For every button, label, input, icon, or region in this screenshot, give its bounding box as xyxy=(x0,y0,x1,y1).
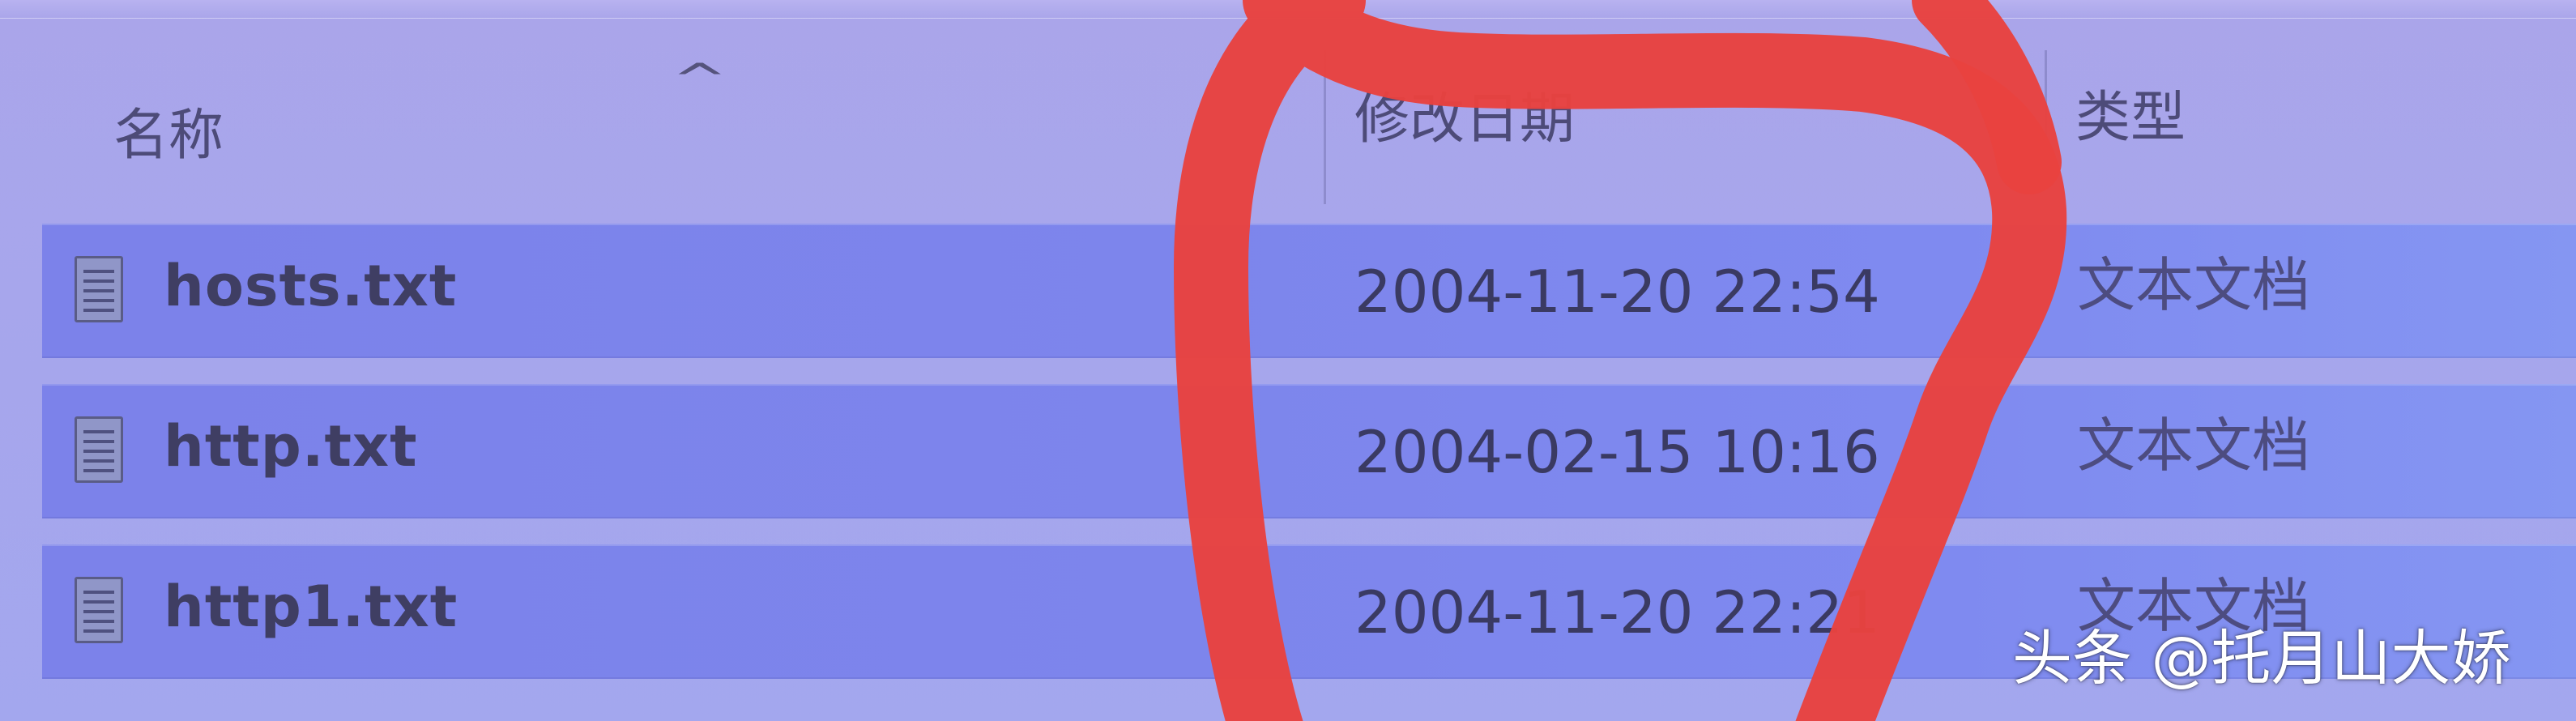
text-file-icon xyxy=(75,416,123,483)
file-type: 文本文档 xyxy=(2077,412,2311,480)
file-name: http1.txt xyxy=(164,574,458,640)
text-file-icon xyxy=(75,577,123,643)
file-name: hosts.txt xyxy=(164,253,458,319)
file-modified-date: 2004-11-20 22:21 xyxy=(1354,578,1880,646)
column-divider[interactable] xyxy=(1324,50,1326,204)
file-modified-date: 2004-11-20 22:54 xyxy=(1354,258,1880,326)
file-type: 文本文档 xyxy=(2077,251,2311,319)
column-header-bar: ^ 名称 修改日期 类型 xyxy=(0,18,2576,204)
file-row[interactable]: hosts.txt 2004-11-20 22:54 文本文档 xyxy=(42,224,2576,358)
column-header-name[interactable]: 名称 xyxy=(113,109,224,164)
column-header-modified-date[interactable]: 修改日期 xyxy=(1354,92,1575,147)
file-name: http.txt xyxy=(164,413,418,480)
file-row[interactable]: http.txt 2004-02-15 10:16 文本文档 xyxy=(42,384,2576,518)
column-divider[interactable] xyxy=(2045,50,2047,172)
sort-ascending-icon[interactable]: ^ xyxy=(672,58,728,100)
window-top-edge xyxy=(0,0,2576,19)
text-file-icon xyxy=(75,256,123,322)
watermark-text: 头条 @托月山大娇 xyxy=(2012,624,2511,693)
file-modified-date: 2004-02-15 10:16 xyxy=(1354,418,1880,486)
column-header-type[interactable]: 类型 xyxy=(2075,91,2186,146)
